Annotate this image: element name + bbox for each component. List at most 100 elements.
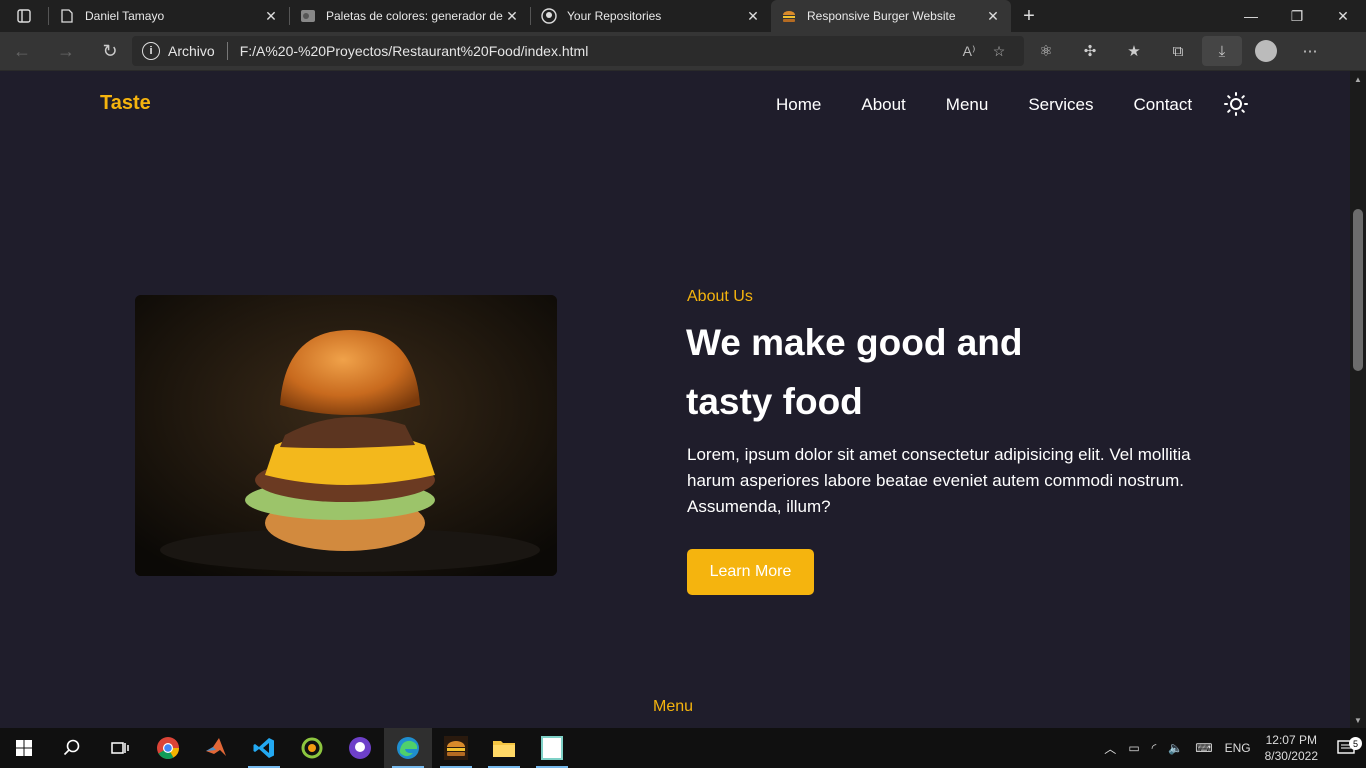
site-header: Taste Home About Menu Services Contact — [0, 71, 1350, 137]
chameleon-icon — [301, 737, 323, 759]
theme-toggle-icon[interactable] — [1224, 92, 1248, 116]
github-icon — [541, 8, 557, 24]
tab-title: Your Repositories — [567, 9, 662, 23]
window-controls: — ❐ ✕ — [1228, 0, 1366, 32]
nav-home[interactable]: Home — [776, 95, 821, 115]
tab-paletas[interactable]: Paletas de colores: generador de ✕ — [290, 0, 530, 32]
scroll-down-icon[interactable]: ▼ — [1350, 712, 1366, 728]
page-icon — [59, 8, 75, 24]
nav-contact[interactable]: Contact — [1134, 95, 1193, 115]
scroll-thumb[interactable] — [1353, 209, 1363, 371]
file-explorer-taskbar-item[interactable] — [480, 728, 528, 768]
address-bar[interactable]: i Archivo F:/A%20-%20Proyectos/Restauran… — [132, 36, 1024, 66]
notepad-icon — [541, 736, 563, 760]
menu-subtitle: Menu — [653, 698, 694, 715]
about-title-line1: We make good and — [686, 322, 1023, 363]
close-window-icon[interactable]: ✕ — [1320, 0, 1366, 32]
burger-icon — [781, 8, 797, 24]
forward-icon[interactable]: → — [44, 32, 88, 71]
show-hidden-icons-icon[interactable]: ︿ — [1098, 740, 1122, 757]
matlab-icon — [206, 738, 226, 756]
burger-site-taskbar-item[interactable] — [432, 728, 480, 768]
edge-taskbar-item[interactable] — [384, 728, 432, 768]
notepad-taskbar-item[interactable] — [528, 728, 576, 768]
tab-strip: Daniel Tamayo ✕ Paletas de colores: gene… — [0, 0, 1366, 32]
nav-about[interactable]: About — [861, 95, 905, 115]
scroll-up-icon[interactable]: ▲ — [1350, 71, 1366, 87]
downloads-icon[interactable]: ⤓ — [1202, 36, 1242, 66]
battery-icon[interactable]: ▭ — [1122, 741, 1145, 755]
react-extension-icon[interactable]: ⚛ — [1024, 32, 1068, 71]
back-icon[interactable]: ← — [0, 32, 44, 71]
language-indicator[interactable]: ENG — [1219, 741, 1257, 755]
clock-date: 8/30/2022 — [1264, 749, 1318, 763]
clock[interactable]: 12:07 PM 8/30/2022 — [1257, 732, 1326, 764]
tab-actions-button[interactable] — [0, 0, 48, 32]
nav-services[interactable]: Services — [1028, 95, 1093, 115]
github-desktop-taskbar-item[interactable] — [336, 728, 384, 768]
keyboard-icon[interactable]: ⌨ — [1189, 741, 1218, 755]
close-tab-icon[interactable]: ✕ — [263, 8, 279, 25]
about-text: Lorem, ipsum dolor sit amet consectetur … — [687, 445, 1191, 516]
extensions-icon[interactable]: ✣ — [1068, 32, 1112, 71]
page-scrollbar[interactable]: ▲ ▼ — [1350, 71, 1366, 728]
tab-daniel-tamayo[interactable]: Daniel Tamayo ✕ — [49, 0, 289, 32]
burger-image — [135, 295, 557, 576]
tab-burger-website[interactable]: Responsive Burger Website ✕ — [771, 0, 1011, 32]
search-button[interactable] — [48, 728, 96, 768]
system-tray: ︿ ▭ ◜ 🔈 ⌨ ENG 12:07 PM 8/30/2022 5 — [1098, 728, 1366, 768]
url-text[interactable]: F:/A%20-%20Proyectos/Restaurant%20Food/i… — [240, 43, 954, 59]
main-nav: Home About Menu Services Contact — [776, 95, 1232, 115]
settings-menu-icon[interactable]: ⋯ — [1288, 32, 1332, 71]
refresh-icon[interactable]: ↻ — [88, 32, 132, 71]
browser-toolbar: ← → ↻ i Archivo F:/A%20-%20Proyectos/Res… — [0, 32, 1366, 71]
close-tab-icon[interactable]: ✕ — [985, 8, 1001, 25]
edge-icon — [397, 737, 419, 759]
notifications-button[interactable]: 5 — [1326, 737, 1366, 756]
tab-actions-icon — [17, 9, 31, 23]
origin-label: Archivo — [168, 43, 215, 59]
vscode-taskbar-item[interactable] — [240, 728, 288, 768]
windows-icon — [16, 740, 32, 756]
about-subtitle: About Us — [687, 288, 753, 305]
restore-icon[interactable]: ❐ — [1274, 0, 1320, 32]
github-desktop-icon — [349, 737, 371, 759]
notification-count-badge: 5 — [1349, 737, 1362, 750]
close-tab-icon[interactable]: ✕ — [745, 8, 761, 25]
taskbar: ︿ ▭ ◜ 🔈 ⌨ ENG 12:07 PM 8/30/2022 5 — [0, 728, 1366, 768]
about-title: We make good and tasty food — [686, 313, 1206, 431]
web-page: Taste Home About Menu Services Contact A… — [0, 71, 1350, 728]
nav-menu[interactable]: Menu — [946, 95, 989, 115]
about-title-line2: tasty food — [686, 381, 863, 422]
chrome-icon — [157, 737, 179, 759]
clock-time: 12:07 PM — [1265, 733, 1317, 747]
info-icon[interactable]: i — [142, 42, 160, 60]
palette-icon — [300, 8, 316, 24]
site-logo[interactable]: Taste — [100, 92, 151, 115]
network-icon[interactable]: ◜ — [1146, 741, 1163, 755]
minimize-icon[interactable]: — — [1228, 0, 1274, 32]
new-tab-button[interactable]: + — [1011, 5, 1047, 28]
favorites-icon[interactable]: ★ — [1112, 32, 1156, 71]
profile-icon[interactable] — [1244, 32, 1288, 71]
matlab-taskbar-item[interactable] — [192, 728, 240, 768]
folder-icon — [493, 741, 515, 757]
toolbar-icons: ⚛ ✣ ★ ⧉ ⤓ ⋯ — [1024, 32, 1332, 71]
add-favorite-icon[interactable]: ☆ — [984, 43, 1014, 60]
task-view-button[interactable] — [96, 728, 144, 768]
collections-icon[interactable]: ⧉ — [1156, 32, 1200, 71]
read-aloud-icon[interactable]: A⁾ — [954, 43, 984, 60]
learn-more-button[interactable]: Learn More — [687, 549, 814, 595]
task-view-icon — [111, 742, 129, 754]
browser-window: Daniel Tamayo ✕ Paletas de colores: gene… — [0, 0, 1366, 728]
tab-repositories[interactable]: Your Repositories ✕ — [531, 0, 771, 32]
tab-title: Paletas de colores: generador de — [326, 9, 503, 23]
start-button[interactable] — [0, 728, 48, 768]
vscode-icon — [253, 738, 274, 758]
burger-icon — [444, 736, 468, 760]
close-tab-icon[interactable]: ✕ — [504, 8, 520, 25]
volume-icon[interactable]: 🔈 — [1162, 741, 1189, 755]
address-separator — [226, 42, 228, 60]
chrome-taskbar-item[interactable] — [144, 728, 192, 768]
chameleon-taskbar-item[interactable] — [288, 728, 336, 768]
